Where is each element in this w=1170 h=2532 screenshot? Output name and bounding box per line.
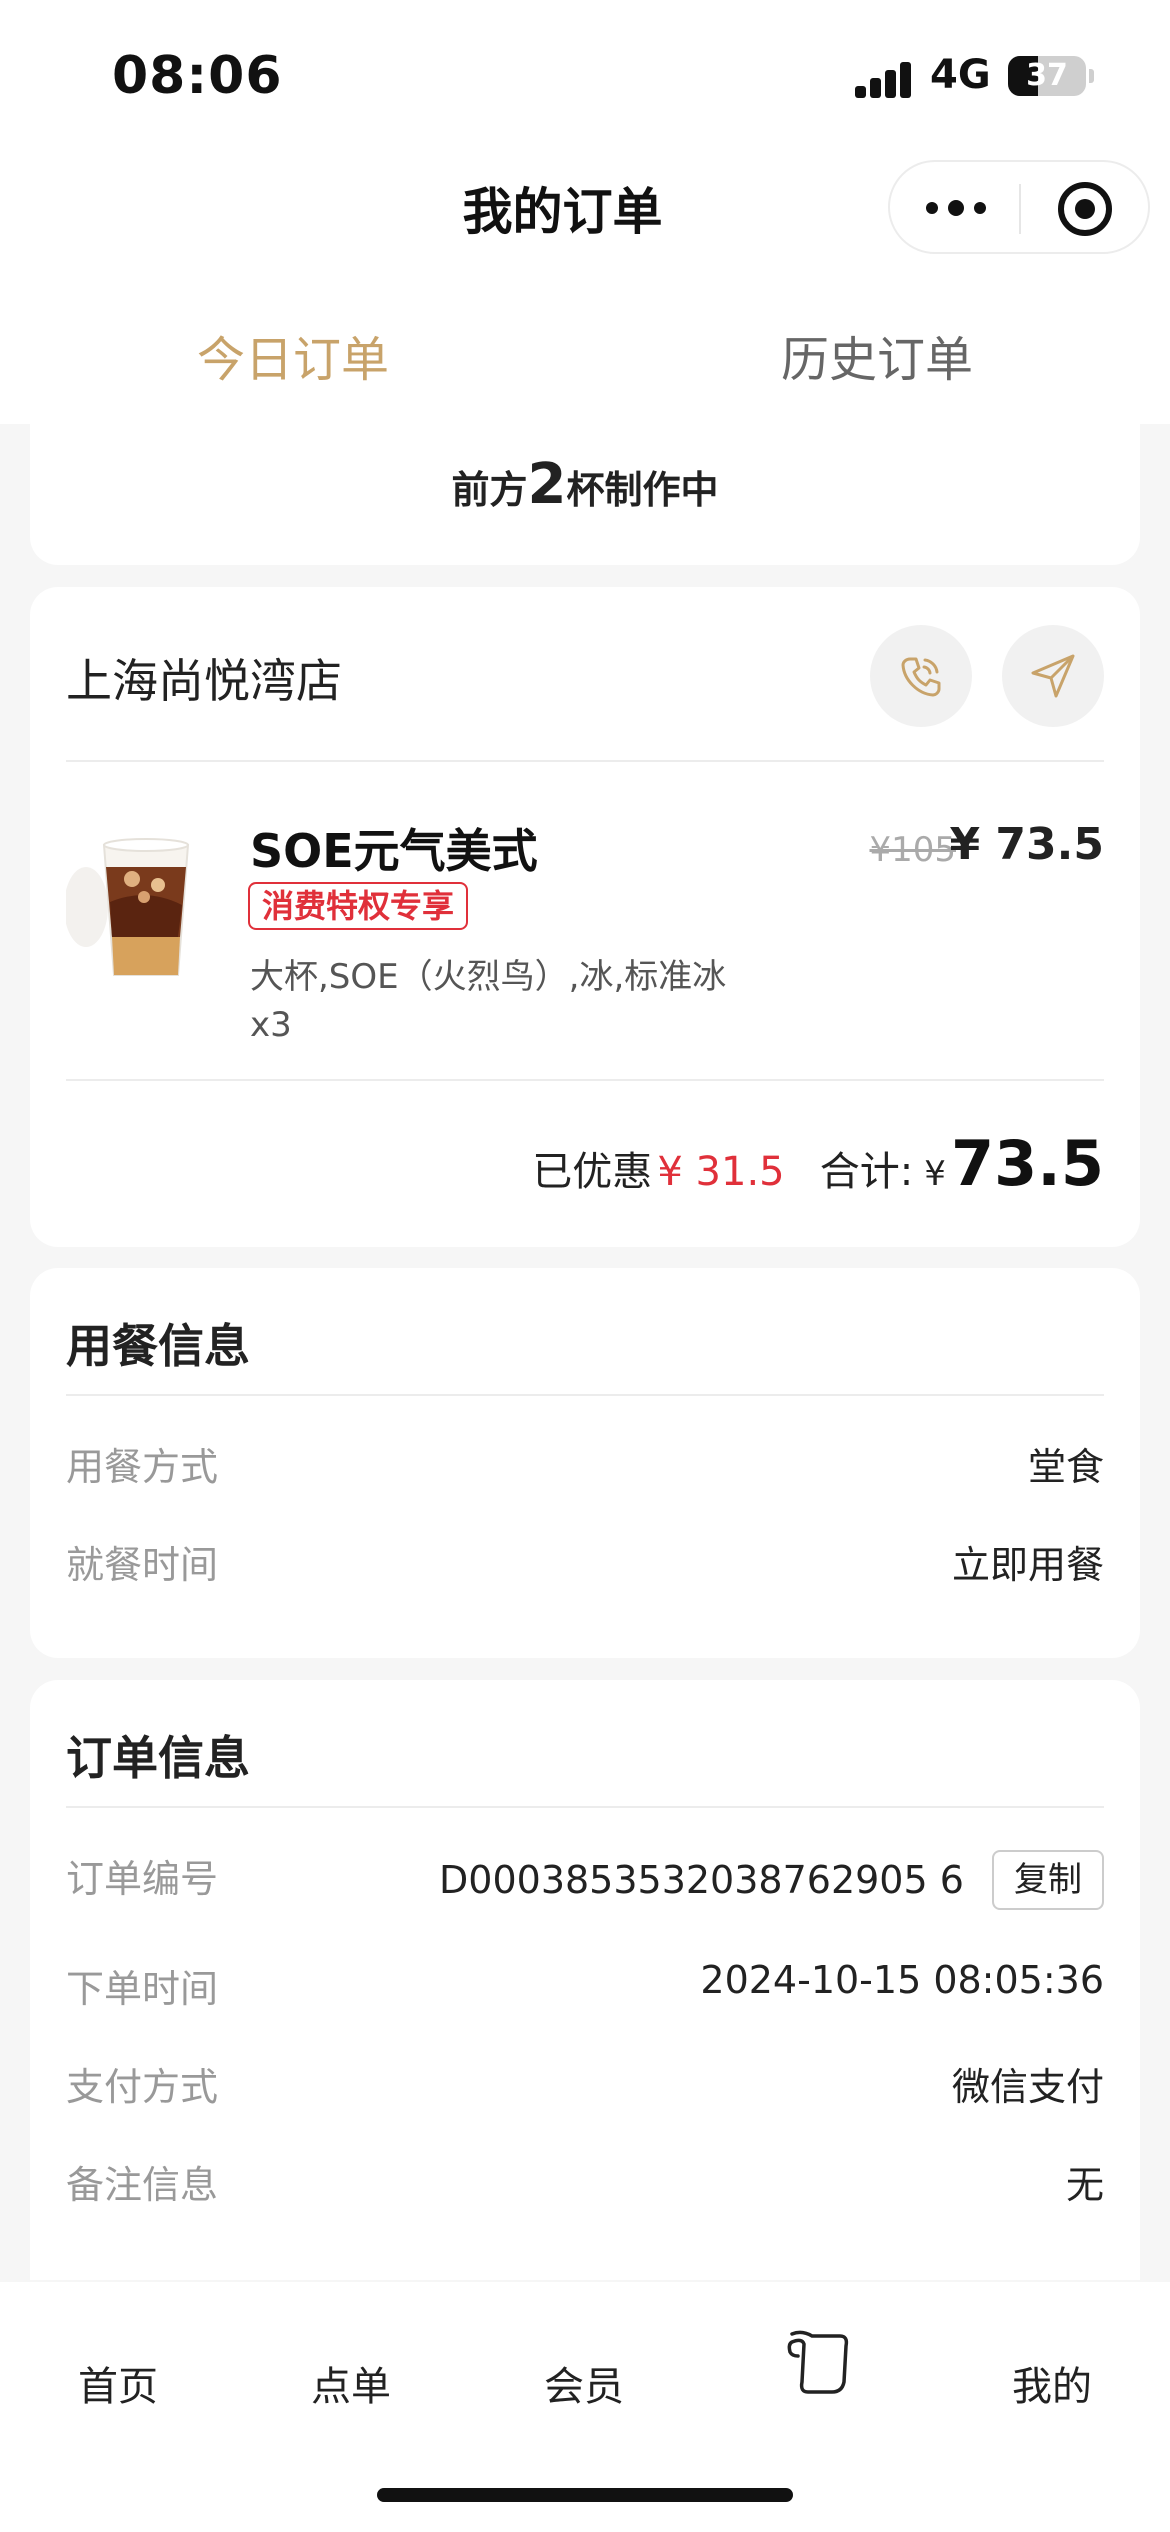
home-indicator: [377, 2488, 793, 2502]
tab-today-orders[interactable]: 今日订单: [143, 320, 443, 390]
product-name: SOE元气美式: [250, 824, 538, 878]
tab-history-orders[interactable]: 历史订单: [727, 320, 1027, 390]
discount-amount: ¥ 31.5: [657, 1149, 785, 1195]
discount-label: 已优惠: [532, 1149, 653, 1195]
queue-status-card: 前方2杯制作中: [30, 400, 1140, 565]
order-number-value: D0003853532038762905 6: [439, 1858, 964, 1902]
dining-time-value: 立即用餐: [951, 1543, 1104, 1587]
payment-method-value: 微信支付: [951, 2065, 1104, 2109]
tabbar-order[interactable]: 点单: [261, 2354, 441, 2412]
dining-method-label: 用餐方式: [66, 1445, 219, 1489]
remark-label: 备注信息: [66, 2163, 219, 2207]
remark-value: 无: [1065, 2163, 1104, 2207]
navigate-icon: [1031, 654, 1075, 698]
queue-suffix: 杯制作中: [566, 468, 719, 512]
divider: [66, 760, 1104, 762]
order-number-row: D0003853532038762905 6 复制: [439, 1850, 1104, 1910]
close-miniprogram-icon[interactable]: [1058, 182, 1112, 236]
capsule-divider: [1019, 184, 1021, 234]
section-title: 订单信息: [66, 1731, 250, 1785]
section-title: 用餐信息: [66, 1319, 250, 1373]
more-icon[interactable]: [926, 162, 1006, 256]
product-image: [64, 827, 206, 987]
dining-method-value: 堂食: [1027, 1445, 1104, 1489]
tabbar-member[interactable]: 会员: [494, 2354, 674, 2412]
store-name: 上海尚悦湾店: [66, 654, 342, 708]
divider: [66, 1394, 1104, 1396]
total-amount: 73.5: [951, 1127, 1104, 1200]
divider: [66, 1079, 1104, 1081]
battery-tip: [1089, 69, 1094, 83]
tabbar-orders[interactable]: [728, 2322, 908, 2412]
copy-button[interactable]: 复制: [992, 1850, 1104, 1910]
product-quantity: x3: [250, 1005, 292, 1045]
phone-icon: [901, 657, 941, 697]
network-type: 4G: [930, 52, 991, 98]
order-time-value: 2024-10-15 08:05:36: [700, 1958, 1104, 2002]
tabbar-mine[interactable]: 我的: [962, 2354, 1142, 2412]
queue-status-text: 前方2杯制作中: [30, 452, 1140, 517]
header: 08:06 4G 37 我的订单 今日订单 历史订单: [0, 0, 1170, 424]
store-order-card: 上海尚悦湾店 SOE元气美式 消费特权专享 大杯,SOE（火烈鸟）,冰,标准冰 …: [30, 587, 1140, 1247]
order-number-label: 订单编号: [66, 1857, 219, 1901]
queue-prefix: 前方: [451, 468, 528, 512]
status-time: 08:06: [112, 46, 283, 106]
status-bar: 08:06 4G 37: [0, 0, 1170, 150]
total-label: 合计:: [819, 1149, 914, 1195]
queue-count: 2: [527, 452, 567, 517]
order-summary: 已优惠 ¥ 31.5 合计: ¥ 73.5: [532, 1127, 1104, 1200]
signal-icon: [855, 60, 915, 98]
privilege-badge: 消费特权专享: [248, 882, 469, 930]
battery-icon: 37: [1008, 56, 1086, 96]
order-time-label: 下单时间: [66, 1967, 219, 2011]
dining-time-label: 就餐时间: [66, 1543, 219, 1587]
currency-symbol: ¥: [924, 1154, 946, 1194]
battery-level: 37: [1026, 58, 1068, 93]
order-info-card: 订单信息 订单编号 D0003853532038762905 6 复制 下单时间…: [30, 1680, 1140, 2280]
order-receipt-icon: [787, 2330, 849, 2394]
item-price: ¥ 73.5: [949, 819, 1105, 870]
product-spec: 大杯,SOE（火烈鸟）,冰,标准冰: [250, 957, 727, 997]
call-store-button[interactable]: [870, 625, 972, 727]
navigate-store-button[interactable]: [1002, 625, 1104, 727]
dining-info-card: 用餐信息 用餐方式 堂食 就餐时间 立即用餐: [30, 1268, 1140, 1658]
tabbar-home[interactable]: 首页: [28, 2354, 208, 2412]
divider: [66, 1806, 1104, 1808]
original-price: ¥105: [869, 830, 956, 870]
miniprogram-capsule: [888, 160, 1150, 254]
payment-method-label: 支付方式: [66, 2065, 219, 2109]
